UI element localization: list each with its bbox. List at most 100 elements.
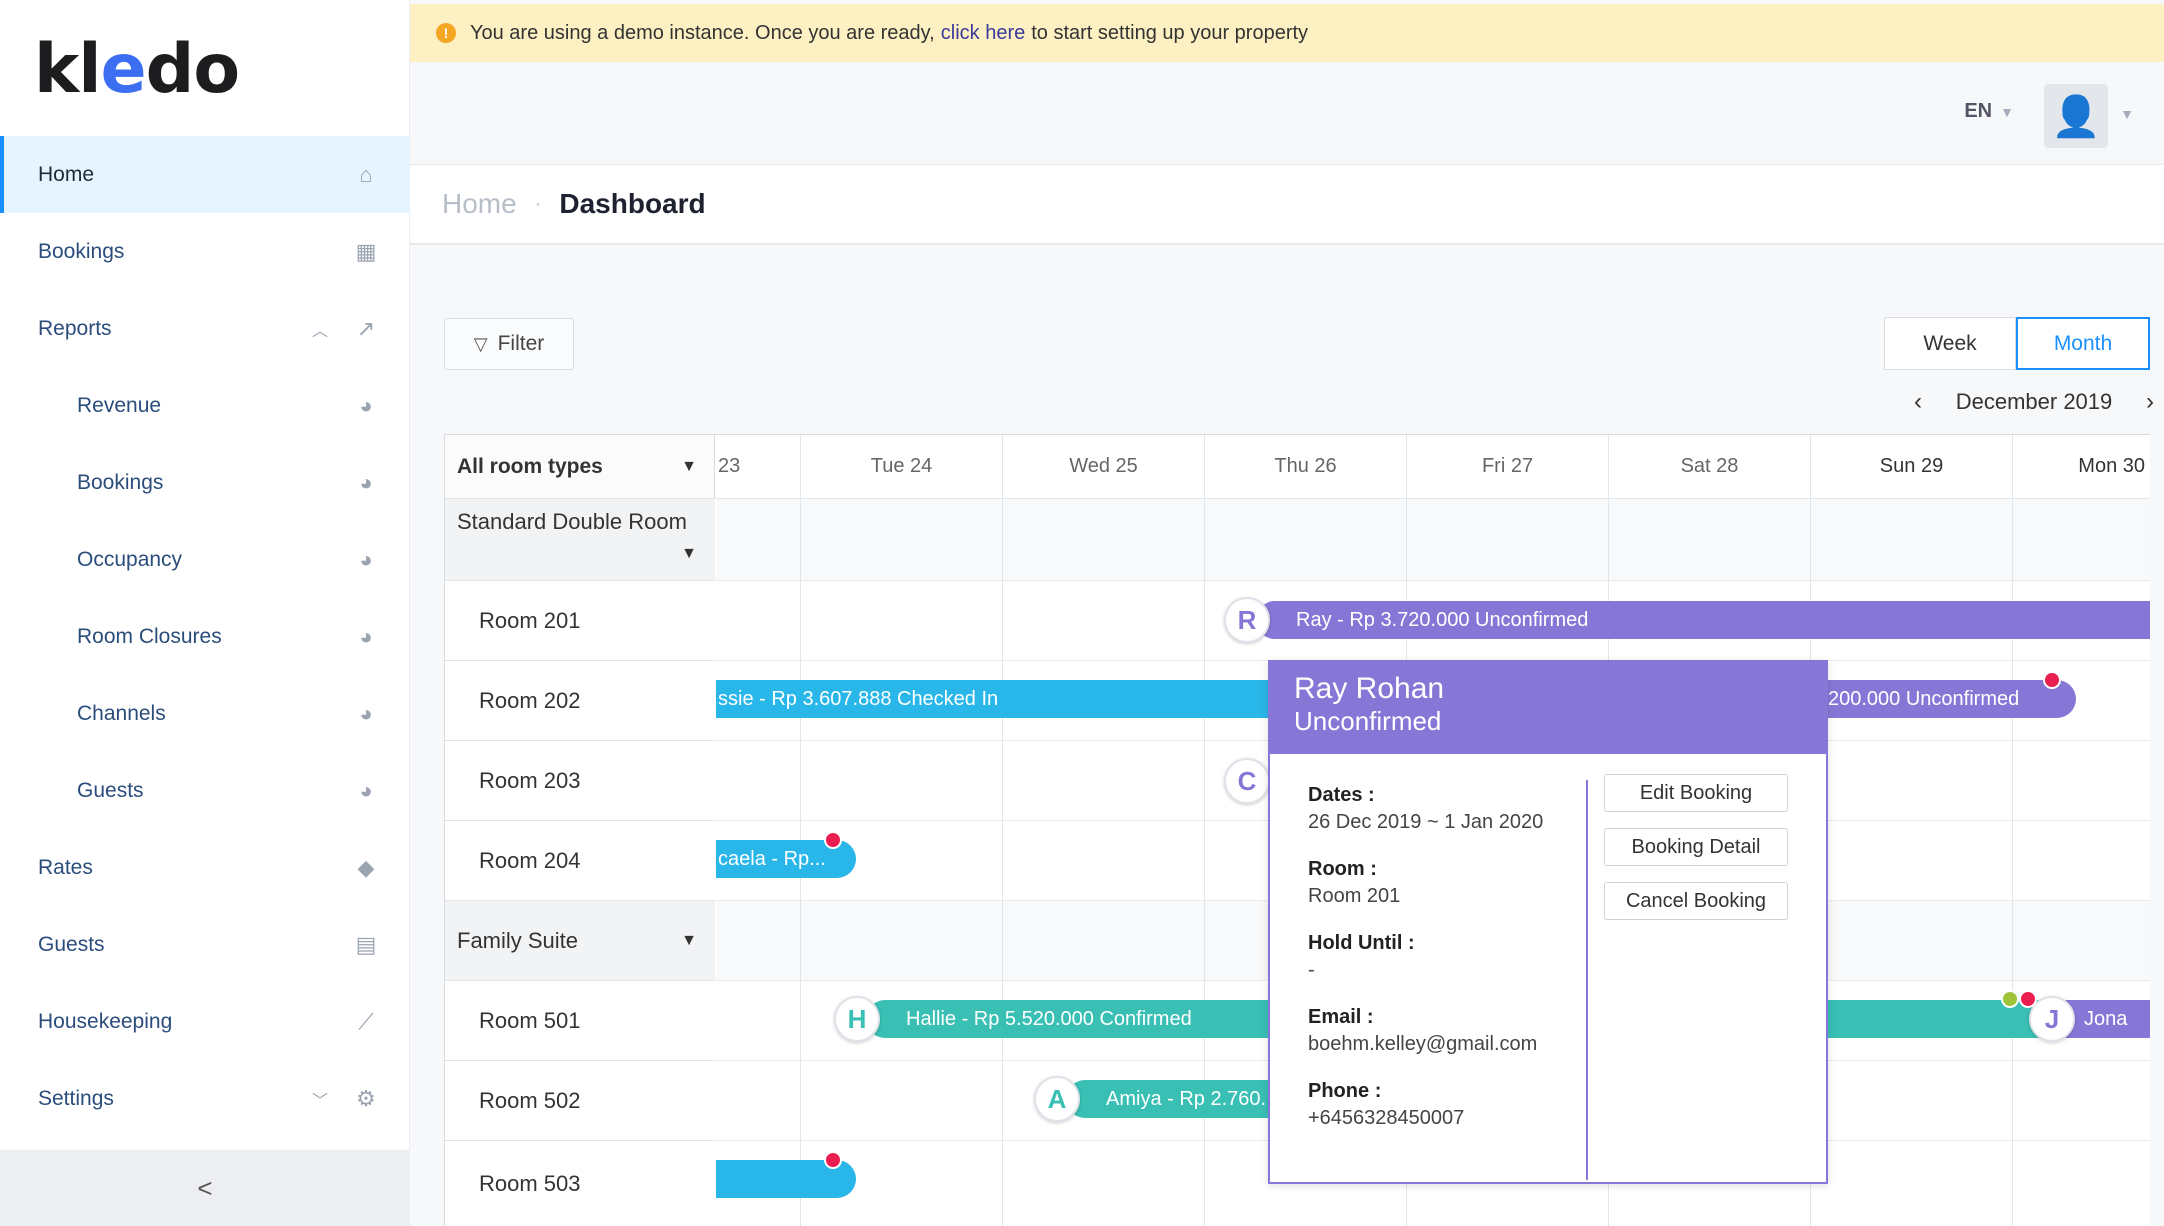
alert-dot [824, 1151, 842, 1169]
caret-down-icon: ▼ [681, 545, 697, 562]
filter-button[interactable]: ▽ Filter [444, 318, 574, 370]
room-row-203: Room 203 [445, 741, 715, 821]
room-type-standard-double[interactable]: Standard Double Room ▼ [445, 499, 715, 581]
room-label: Room 203 [479, 767, 581, 793]
sidebar-item-home[interactable]: Home ⌂ [0, 136, 410, 213]
booking-label: Ray - Rp 3.720.000 Unconfirmed [1296, 608, 1589, 631]
sidebar-item-channels[interactable]: Channels ◕ [0, 675, 410, 752]
sidebar-item-label: Housekeeping [38, 1009, 173, 1033]
current-month: December 2019 [1955, 389, 2113, 414]
sidebar-item-guests[interactable]: Guests ▤ [0, 906, 410, 983]
day-column: Sun 29 [1811, 435, 2013, 1226]
week-view-button[interactable]: Week [1884, 317, 2016, 370]
room-type-family-suite[interactable]: Family Suite ▼ [445, 901, 715, 981]
popover-body: Dates :26 Dec 2019 ~ 1 Jan 2020 Room : Ro… [1270, 754, 1826, 1180]
setup-link[interactable]: click here [941, 22, 1025, 45]
guest-name: Ray Rohan [1294, 672, 1445, 705]
booking-status: Unconfirmed [1294, 706, 1442, 736]
room-row-501: Room 501 [445, 981, 715, 1061]
booking-label: Jona [2084, 1007, 2128, 1030]
caret-down-icon: ▼ [681, 931, 697, 949]
sidebar-item-revenue[interactable]: Revenue ◕ [0, 367, 410, 444]
booking-bar[interactable]: Ray - Rp 3.720.000 Unconfirmed [1256, 601, 2150, 639]
sidebar-item-report-bookings[interactable]: Bookings ◕ [0, 444, 410, 521]
booking-label: 200.000 Unconfirmed [1828, 687, 2020, 710]
sidebar-item-bookings[interactable]: Bookings ▦ [0, 213, 410, 290]
edit-booking-button[interactable]: Edit Booking [1604, 774, 1788, 812]
field-label: Dates [1308, 784, 1363, 806]
chevron-left-icon[interactable]: ‹ [1914, 388, 1922, 416]
kledo-logo[interactable]: kledo [34, 30, 240, 109]
room-row-201: Room 201 [445, 581, 715, 661]
room-type-filter[interactable]: All room types ▼ [445, 435, 715, 499]
sidebar-item-occupancy[interactable]: Occupancy ◕ [0, 521, 410, 598]
sidebar-item-settings[interactable]: Settings ﹀ ⚙ [0, 1060, 410, 1137]
pie-chart-icon: ◕ [359, 777, 373, 803]
filter-label: Filter [497, 332, 545, 355]
language-label: EN [1964, 100, 1993, 122]
caret-down-icon[interactable]: ▼ [2120, 106, 2134, 122]
line-chart-icon: ↗ [356, 315, 376, 341]
field-label: Room [1308, 858, 1365, 880]
sidebar-item-reports[interactable]: Reports ︿ ↗ [0, 290, 410, 367]
field-colon: : [1370, 858, 1377, 880]
room-type-label: Family Suite [457, 927, 579, 953]
day-header: Thu 26 [1205, 435, 1406, 499]
field-colon: : [1374, 1080, 1382, 1102]
chevron-down-icon: ﹀ [311, 1092, 328, 1110]
home-icon: ⌂ [359, 161, 373, 187]
field-label: Phone [1308, 1080, 1370, 1102]
booking-detail-button[interactable]: Booking Detail [1604, 828, 1788, 866]
popover-actions: Edit Booking Booking Detail Cancel Booki… [1604, 774, 1788, 936]
sidebar-item-room-closures[interactable]: Room Closures ◕ [0, 598, 410, 675]
view-toggle: Week Month [1884, 317, 2150, 370]
room-label: Room 501 [479, 1007, 581, 1033]
chevron-right-icon[interactable]: › [2146, 388, 2154, 416]
sidebar: kledo Home ⌂ Bookings ▦ Reports ︿ ↗ Revenue ◕… [0, 0, 410, 1226]
month-view-button[interactable]: Month [2016, 317, 2150, 370]
breadcrumb: Home · Dashboard [410, 165, 2164, 245]
field-colon: : [1368, 784, 1375, 806]
status-dot [2001, 990, 2019, 1008]
sidebar-item-label: Guests [38, 932, 105, 956]
sidebar-item-label: Bookings [38, 239, 125, 263]
pie-chart-icon: ◕ [359, 469, 373, 495]
guest-initial-badge[interactable]: C [1224, 758, 1270, 804]
booking-bar[interactable]: ssie - Rp 3.607.888 Checked In [716, 680, 1276, 718]
cancel-booking-button[interactable]: Cancel Booking [1604, 882, 1788, 920]
email-field: Email : boehm.kelley@gmail.com [1308, 1006, 1826, 1056]
sidebar-collapse-button[interactable]: < [0, 1150, 410, 1226]
id-card-icon: ▤ [355, 931, 377, 957]
language-selector[interactable]: EN ▼ [1964, 100, 2014, 123]
guest-initial-badge[interactable]: H [834, 996, 880, 1042]
room-row-502: Room 502 [445, 1061, 715, 1141]
day-header: Tue 24 [801, 435, 1002, 499]
breadcrumb-home[interactable]: Home [442, 188, 517, 220]
broom-icon: ⟋ [358, 1008, 374, 1034]
sidebar-item-housekeeping[interactable]: Housekeeping ⟋ [0, 983, 410, 1060]
sidebar-item-rates[interactable]: Rates ◆ [0, 829, 410, 906]
day-header: 23 [716, 435, 800, 499]
avatar[interactable]: 👤 [2044, 84, 2108, 148]
booking-bar[interactable]: 200.000 Unconfirmed [1816, 680, 2076, 718]
sidebar-item-label: Revenue [77, 393, 162, 417]
room-label: Room 202 [479, 687, 581, 713]
room-label: Room 204 [479, 847, 581, 873]
row-line [716, 580, 2150, 581]
booking-popover: Ray Rohan Unconfirmed Dates :26 Dec 2019… [1268, 660, 1828, 1184]
room-label: Room 502 [479, 1087, 581, 1113]
field-label: Email [1308, 1006, 1362, 1028]
caret-down-icon: ▼ [681, 457, 697, 475]
field-colon: : [1366, 1006, 1374, 1028]
field-value: - [1308, 959, 1315, 981]
chevron-up-icon: ︿ [311, 322, 328, 340]
hold-until-field: Hold Until : - [1308, 932, 1826, 982]
field-value: +6456328450007 [1308, 1107, 1465, 1129]
room-type-filter-label: All room types [457, 454, 603, 478]
sidebar-item-label: Bookings [77, 470, 164, 494]
collapse-chevron-icon: < [197, 1172, 213, 1203]
phone-field: Phone : +6456328450007 [1308, 1080, 1826, 1130]
sidebar-item-report-guests[interactable]: Guests ◕ [0, 752, 410, 829]
guest-initial-badge[interactable]: R [1224, 597, 1270, 643]
guest-initial-badge[interactable]: A [1034, 1076, 1080, 1122]
